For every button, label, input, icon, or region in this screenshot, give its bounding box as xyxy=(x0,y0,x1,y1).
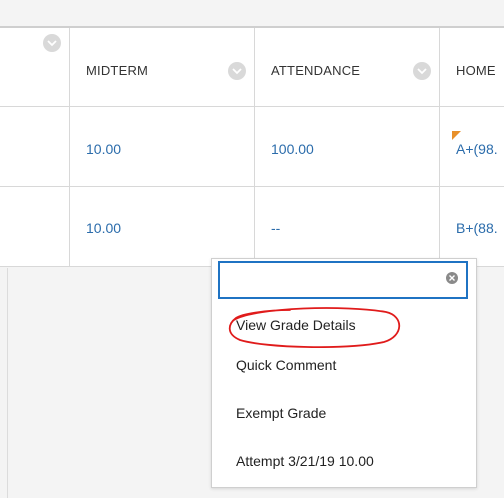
menu-item-quick-comment[interactable]: Quick Comment xyxy=(236,357,336,373)
column-divider xyxy=(69,28,70,267)
grade-cell-homework-row1[interactable]: A+(98. xyxy=(456,141,498,157)
column-header-midterm[interactable]: MIDTERM xyxy=(86,63,148,78)
grade-center-view: MIDTERM ATTENDANCE HOME 10.00 100.00 A+(… xyxy=(0,0,504,498)
column-divider xyxy=(439,28,440,267)
column-divider xyxy=(254,28,255,267)
grade-context-menu: View Grade Details Quick Comment Exempt … xyxy=(211,258,477,488)
top-toolbar-band xyxy=(0,0,504,26)
midterm-column-chevron-icon[interactable] xyxy=(228,62,246,80)
grade-cell-attendance-row2[interactable]: -- xyxy=(271,220,280,236)
menu-item-view-grade-details[interactable]: View Grade Details xyxy=(236,317,356,333)
column-menu-chevron-icon[interactable] xyxy=(43,34,61,52)
menu-item-attempt[interactable]: Attempt 3/21/19 10.00 xyxy=(236,453,374,469)
grade-cell-midterm-row1[interactable]: 10.00 xyxy=(86,141,121,157)
attendance-column-chevron-icon[interactable] xyxy=(413,62,431,80)
grade-cell-midterm-row2[interactable]: 10.00 xyxy=(86,220,121,236)
menu-search-input[interactable] xyxy=(218,261,468,299)
grade-cell-attendance-row1[interactable]: 100.00 xyxy=(271,141,314,157)
row-divider xyxy=(0,186,504,187)
column-header-homework[interactable]: HOME xyxy=(456,63,496,78)
row-divider xyxy=(0,106,504,107)
left-border xyxy=(7,268,8,498)
grade-cell-homework-row2[interactable]: B+(88. xyxy=(456,220,498,236)
column-header-attendance[interactable]: ATTENDANCE xyxy=(271,63,360,78)
clear-circle-icon[interactable] xyxy=(446,272,458,284)
needs-grading-flag-icon xyxy=(452,131,461,140)
menu-item-exempt-grade[interactable]: Exempt Grade xyxy=(236,405,326,421)
